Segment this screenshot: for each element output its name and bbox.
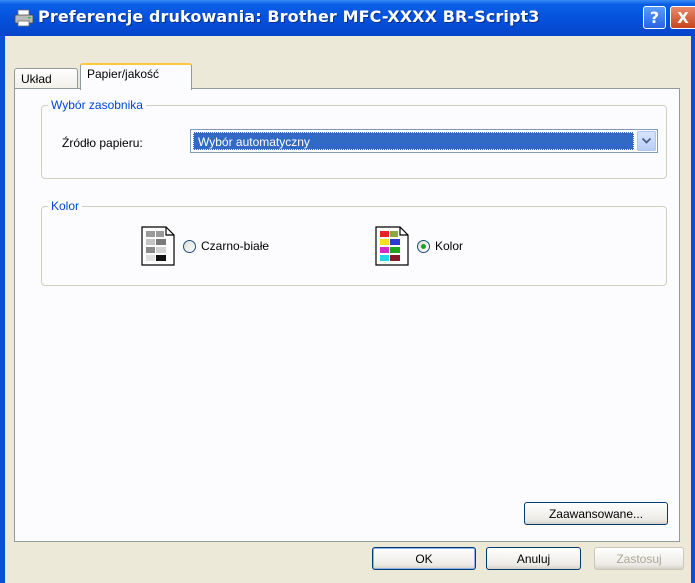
paper-source-value: Wybór automatyczny bbox=[193, 132, 634, 150]
tray-group-legend: Wybór zasobnika bbox=[48, 98, 146, 112]
color-group: Kolor Czarno-białe Kolor bbox=[41, 199, 667, 286]
tray-selection-group: Wybór zasobnika Źródło papieru: Wybór au… bbox=[41, 98, 667, 179]
paper-source-dropdown[interactable]: Wybór automatyczny bbox=[190, 129, 658, 153]
cancel-button[interactable]: Anuluj bbox=[486, 547, 581, 570]
title-bar[interactable]: Preferencje drukowania: Brother MFC-XXXX… bbox=[0, 0, 695, 36]
paper-source-label: Źródło papieru: bbox=[62, 136, 143, 150]
radio-color[interactable] bbox=[417, 239, 430, 253]
radio-black-white[interactable] bbox=[183, 239, 196, 253]
color-document-icon bbox=[375, 226, 409, 266]
color-group-legend: Kolor bbox=[48, 199, 83, 213]
print-preferences-dialog: Preferencje drukowania: Brother MFC-XXXX… bbox=[0, 0, 695, 583]
printer-icon bbox=[14, 9, 34, 27]
advanced-button-label: Zaawansowane... bbox=[548, 506, 644, 521]
close-icon: X bbox=[677, 8, 689, 27]
option-color[interactable]: Kolor bbox=[375, 226, 463, 266]
help-icon: ? bbox=[649, 8, 660, 27]
window-frame-left bbox=[0, 36, 5, 583]
chevron-down-icon[interactable] bbox=[637, 131, 656, 151]
ok-button-label: OK bbox=[415, 551, 433, 566]
close-button[interactable]: X bbox=[670, 6, 695, 29]
option-black-white[interactable]: Czarno-białe bbox=[141, 226, 269, 266]
cancel-button-label: Anuluj bbox=[516, 551, 551, 566]
window-title: Preferencje drukowania: Brother MFC-XXXX… bbox=[38, 7, 540, 26]
tab-panel: Wybór zasobnika Źródło papieru: Wybór au… bbox=[14, 88, 680, 542]
advanced-button[interactable]: Zaawansowane... bbox=[524, 502, 668, 525]
apply-button[interactable]: Zastosuj bbox=[594, 547, 684, 570]
window-frame-right bbox=[691, 36, 695, 583]
help-button[interactable]: ? bbox=[643, 6, 666, 29]
option-color-label: Kolor bbox=[435, 239, 464, 253]
tab-layout[interactable]: Układ bbox=[14, 68, 78, 90]
grayscale-document-icon bbox=[141, 226, 175, 266]
tab-paper-quality-label: Papier/jakość bbox=[87, 67, 160, 81]
tab-layout-label: Układ bbox=[21, 72, 52, 86]
apply-button-label: Zastosuj bbox=[616, 551, 662, 566]
option-black-white-label: Czarno-białe bbox=[201, 239, 270, 253]
ok-button[interactable]: OK bbox=[372, 547, 476, 570]
tab-paper-quality[interactable]: Papier/jakość bbox=[80, 63, 192, 90]
